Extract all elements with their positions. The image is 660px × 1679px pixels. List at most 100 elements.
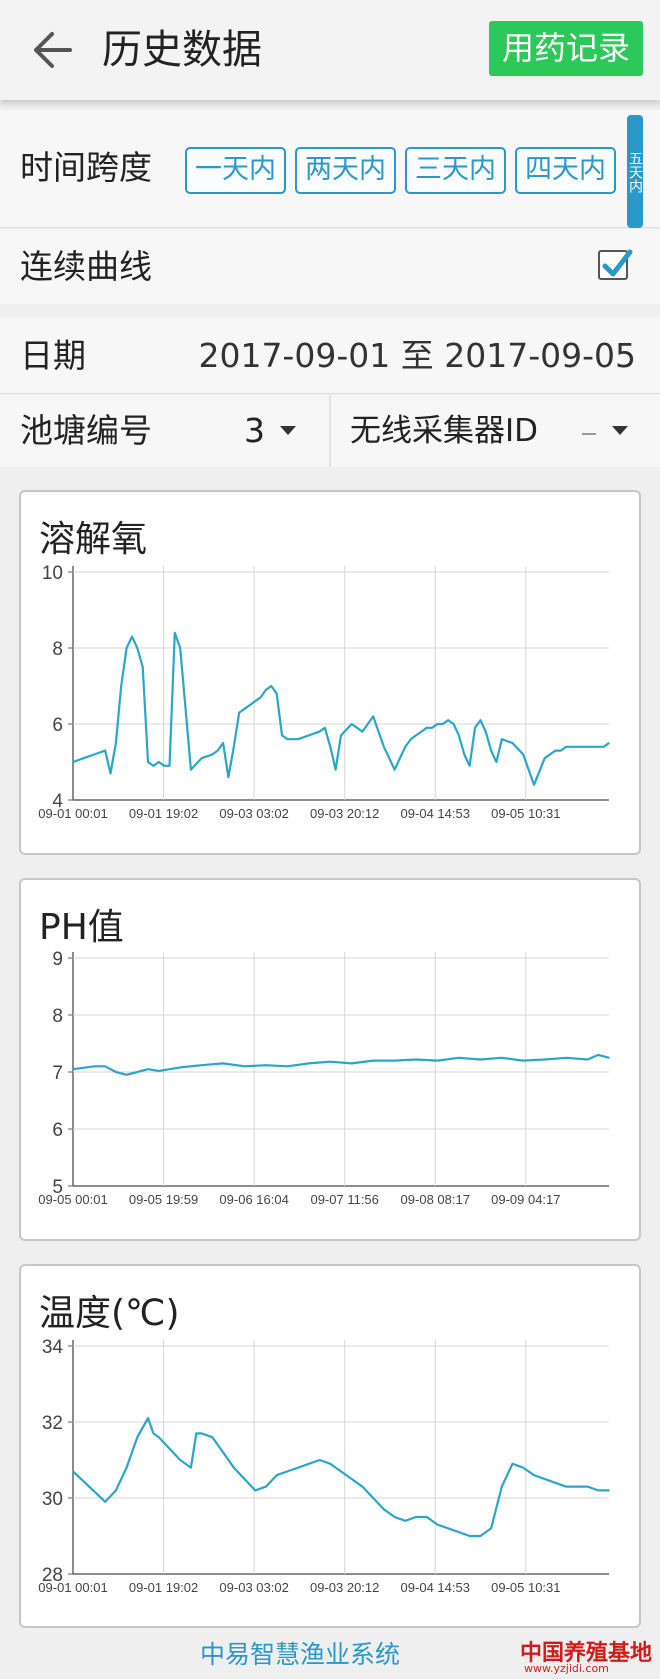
data-point (297, 1466, 299, 1469)
span-option-3-days[interactable]: 三天内 (405, 147, 506, 194)
data-point (511, 1463, 514, 1465)
date-row[interactable]: 日期 2017-09-01 至 2017-09-05 (0, 318, 660, 394)
data-point (286, 1470, 289, 1473)
medication-record-button[interactable]: 用药记录 (489, 21, 643, 76)
chevron-down-icon[interactable] (280, 426, 296, 435)
data-point (200, 757, 203, 759)
data-point (415, 1516, 417, 1518)
x-tick-label: 09-05 19:59 (129, 1192, 198, 1207)
watermark-url: www.yzjidi.com (524, 1662, 609, 1675)
data-point (608, 1489, 610, 1492)
span-option-4-days[interactable]: 四天内 (515, 147, 616, 194)
ph-card: PH值 5 6 7 8 9 09-05 00:01 09-05 19:59 09-06 16:… (19, 878, 641, 1241)
data-point (238, 711, 240, 714)
data-point (195, 1432, 198, 1435)
data-point (179, 1459, 181, 1461)
data-point (452, 723, 455, 725)
chevron-down-icon[interactable] (612, 426, 628, 435)
time-span-label: 时间跨度 (20, 148, 152, 187)
data-point (136, 1436, 139, 1438)
x-tick-label: 09-04 14:53 (401, 1580, 470, 1595)
span-option-5-days[interactable]: 五天内 (627, 115, 643, 228)
data-point (168, 1068, 171, 1070)
data-point (72, 1470, 74, 1473)
data-point (270, 685, 273, 687)
x-tick-label: 09-08 08:17 (401, 1192, 470, 1207)
data-point (157, 761, 160, 763)
data-point (350, 723, 353, 725)
span-option-1-day[interactable]: 一天内 (185, 147, 286, 194)
x-tick-label: 09-03 03:02 (219, 806, 288, 821)
data-point (415, 734, 417, 737)
back-button[interactable] (30, 22, 74, 78)
data-point (565, 746, 567, 748)
pond-number-select[interactable]: 3 (244, 409, 265, 453)
arrow-left-icon (34, 32, 72, 68)
data-point (576, 746, 578, 748)
data-point (393, 768, 396, 771)
y-tick-label: 8 (52, 1006, 63, 1027)
data-point (565, 1056, 567, 1059)
data-point (88, 1485, 90, 1488)
data-point (308, 1463, 310, 1465)
data-point (222, 742, 224, 744)
divider (329, 395, 331, 467)
data-point (608, 742, 610, 744)
data-point (463, 753, 466, 756)
y-tick-label: 6 (52, 715, 63, 736)
data-point (350, 1062, 353, 1065)
dissolved-oxygen-card: 溶解氧 4 6 8 10 09-01 00:01 09-01 19:02 09-03 03:… (19, 490, 641, 855)
data-point (136, 1071, 139, 1073)
data-point (281, 734, 283, 737)
data-point (115, 742, 117, 744)
collector-id-select[interactable] (582, 433, 596, 435)
temperature-card: 温度(℃) 28 30 32 34 09-01 00:01 09-01 19:02 09-0… (19, 1264, 641, 1628)
data-point (329, 1060, 332, 1063)
data-point (372, 1059, 374, 1062)
data-point (115, 1071, 117, 1073)
data-point (157, 1070, 160, 1072)
data-point (608, 1056, 610, 1059)
data-point (254, 1489, 257, 1492)
data-point (436, 723, 439, 725)
data-point (93, 1065, 96, 1068)
x-tick-label: 09-05 10:31 (491, 806, 560, 821)
data-point (474, 727, 476, 729)
data-point (222, 1451, 224, 1454)
data-point (586, 1485, 589, 1488)
data-point (431, 727, 433, 729)
data-point (447, 1527, 450, 1530)
date-range-value[interactable]: 2017-09-01 至 2017-09-05 (198, 334, 636, 378)
data-point (490, 1527, 492, 1530)
x-tick-label: 09-04 14:53 (401, 806, 470, 821)
y-tick-label: 6 (52, 1120, 63, 1141)
data-point (393, 1059, 396, 1062)
data-point (168, 765, 171, 767)
series-line (72, 1417, 609, 1538)
x-tick-label: 09-09 04:17 (491, 1192, 560, 1207)
y-tick-label: 9 (52, 949, 63, 970)
data-point (479, 1535, 482, 1537)
data-point (340, 734, 342, 737)
x-tick-label: 09-05 00:01 (38, 1192, 107, 1207)
data-point (136, 647, 139, 649)
data-point (447, 719, 450, 721)
data-point (372, 1497, 374, 1499)
span-option-2-days[interactable]: 两天内 (295, 147, 396, 194)
data-point (286, 1065, 289, 1068)
data-point (222, 1062, 224, 1065)
data-point (115, 1489, 117, 1492)
x-tick-label: 09-01 19:02 (129, 806, 198, 821)
footer-text: 中易智慧渔业系统 (199, 1640, 400, 1669)
data-point (72, 761, 74, 763)
data-point (308, 734, 310, 737)
data-point (350, 1478, 353, 1480)
y-tick-label: 30 (42, 1489, 63, 1510)
time-span-row: 时间跨度 一天内 两天内 三天内 四天内 (0, 110, 660, 228)
data-point (436, 1523, 439, 1526)
data-point (501, 1056, 503, 1059)
data-point (286, 738, 289, 740)
continuous-curve-checkbox[interactable] (598, 249, 633, 280)
data-point (168, 1447, 171, 1450)
data-point (72, 1068, 74, 1070)
